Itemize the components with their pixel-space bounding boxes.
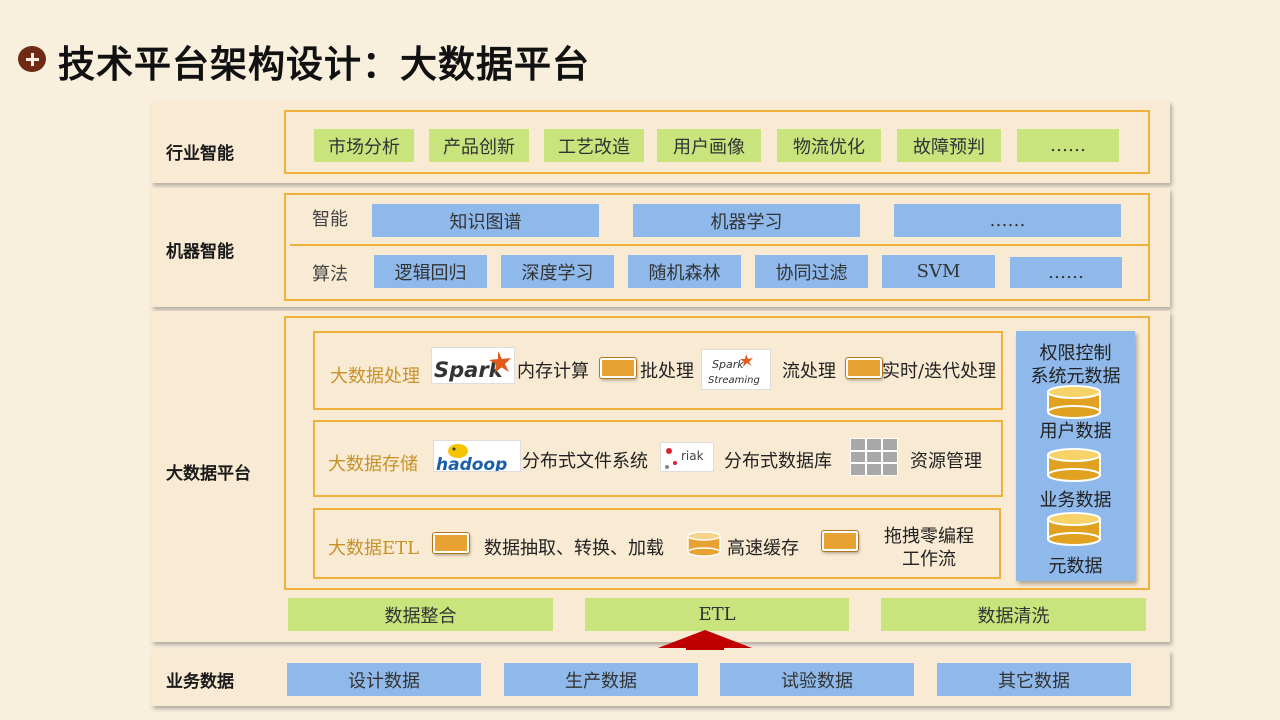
algo-item-logistic: 逻辑回归 [374,255,487,288]
industry-item-fault: 故障预判 [897,129,1001,162]
spark-streaming-logo-text-2: Streaming [708,375,760,386]
algo-item-forest: 随机森林 [628,255,741,288]
platform-label: 大数据平台 [166,464,251,484]
database-cylinder-icon [1046,511,1102,547]
resource-text: 资源管理 [910,451,982,472]
algo-item-deep: 深度学习 [501,255,614,288]
etl-label: 大数据ETL [328,538,420,559]
industry-item-market: 市场分析 [314,129,414,162]
machine-label: 机器智能 [166,242,234,262]
realtime-text: 实时/迭代处理 [882,361,997,382]
riak-logo-text: riak [681,449,704,463]
tray-icon [822,531,858,551]
integration-item-etl: ETL [585,598,849,631]
database-cylinder-icon [1046,384,1102,420]
industry-item-persona: 用户画像 [657,129,761,162]
industry-item-process: 工艺改造 [544,129,644,162]
business-label: 业务数据 [166,672,234,692]
database-cylinder-icon [1046,447,1102,483]
batch-text: 批处理 [640,361,694,382]
industry-item-product: 产品创新 [429,129,529,162]
integration-item-merge: 数据整合 [288,598,553,631]
algo-item-more: …… [1010,257,1122,288]
machine-divider [290,244,1148,246]
cache-text: 高速缓存 [727,538,799,559]
industry-item-logistics: 物流优化 [777,129,881,162]
industry-label: 行业智能 [166,144,234,164]
tray-icon [433,533,469,553]
grid-icon [850,438,898,476]
business-data-text: 业务数据 [1039,490,1112,511]
memory-compute-text: 内存计算 [517,361,589,382]
business-item-other: 其它数据 [937,663,1131,696]
drag-text-2: 工作流 [902,549,956,570]
ddb-text: 分布式数据库 [724,451,832,472]
tray-icon [600,358,636,378]
storage-label: 大数据存储 [328,454,418,475]
intel-label: 智能 [312,209,348,230]
business-item-test: 试验数据 [720,663,914,696]
hadoop-logo-text: hadoop [436,455,507,472]
intel-item-machine-learning: 机器学习 [633,204,860,237]
spark-logo: Spark [431,347,515,384]
processing-label: 大数据处理 [330,366,420,387]
algo-item-cf: 协同过滤 [755,255,868,288]
extract-text: 数据抽取、转换、加载 [484,538,664,559]
intel-item-knowledge-graph: 知识图谱 [372,204,599,237]
integration-item-clean: 数据清洗 [881,598,1146,631]
page-title: 技术平台架构设计：大数据平台 [58,43,590,86]
tray-icon [846,358,882,378]
business-item-production: 生产数据 [504,663,698,696]
meta-data-text: 元数据 [1048,556,1103,577]
industry-item-more: …… [1017,129,1119,162]
algo-item-svm: SVM [882,255,995,288]
dfs-text: 分布式文件系统 [522,451,648,472]
spark-streaming-logo: Spark Streaming [701,349,771,390]
riak-logo: riak [660,442,714,472]
cache-cylinder-icon [686,531,722,557]
spark-streaming-logo-text-1: Spark [712,358,744,371]
business-item-design: 设计数据 [287,663,481,696]
plus-circle-icon [18,46,46,72]
intel-item-more: …… [894,204,1121,237]
hadoop-logo: hadoop [433,440,521,472]
user-data-text: 用户数据 [1039,421,1112,442]
algo-label: 算法 [312,264,348,285]
stream-text: 流处理 [782,361,836,382]
